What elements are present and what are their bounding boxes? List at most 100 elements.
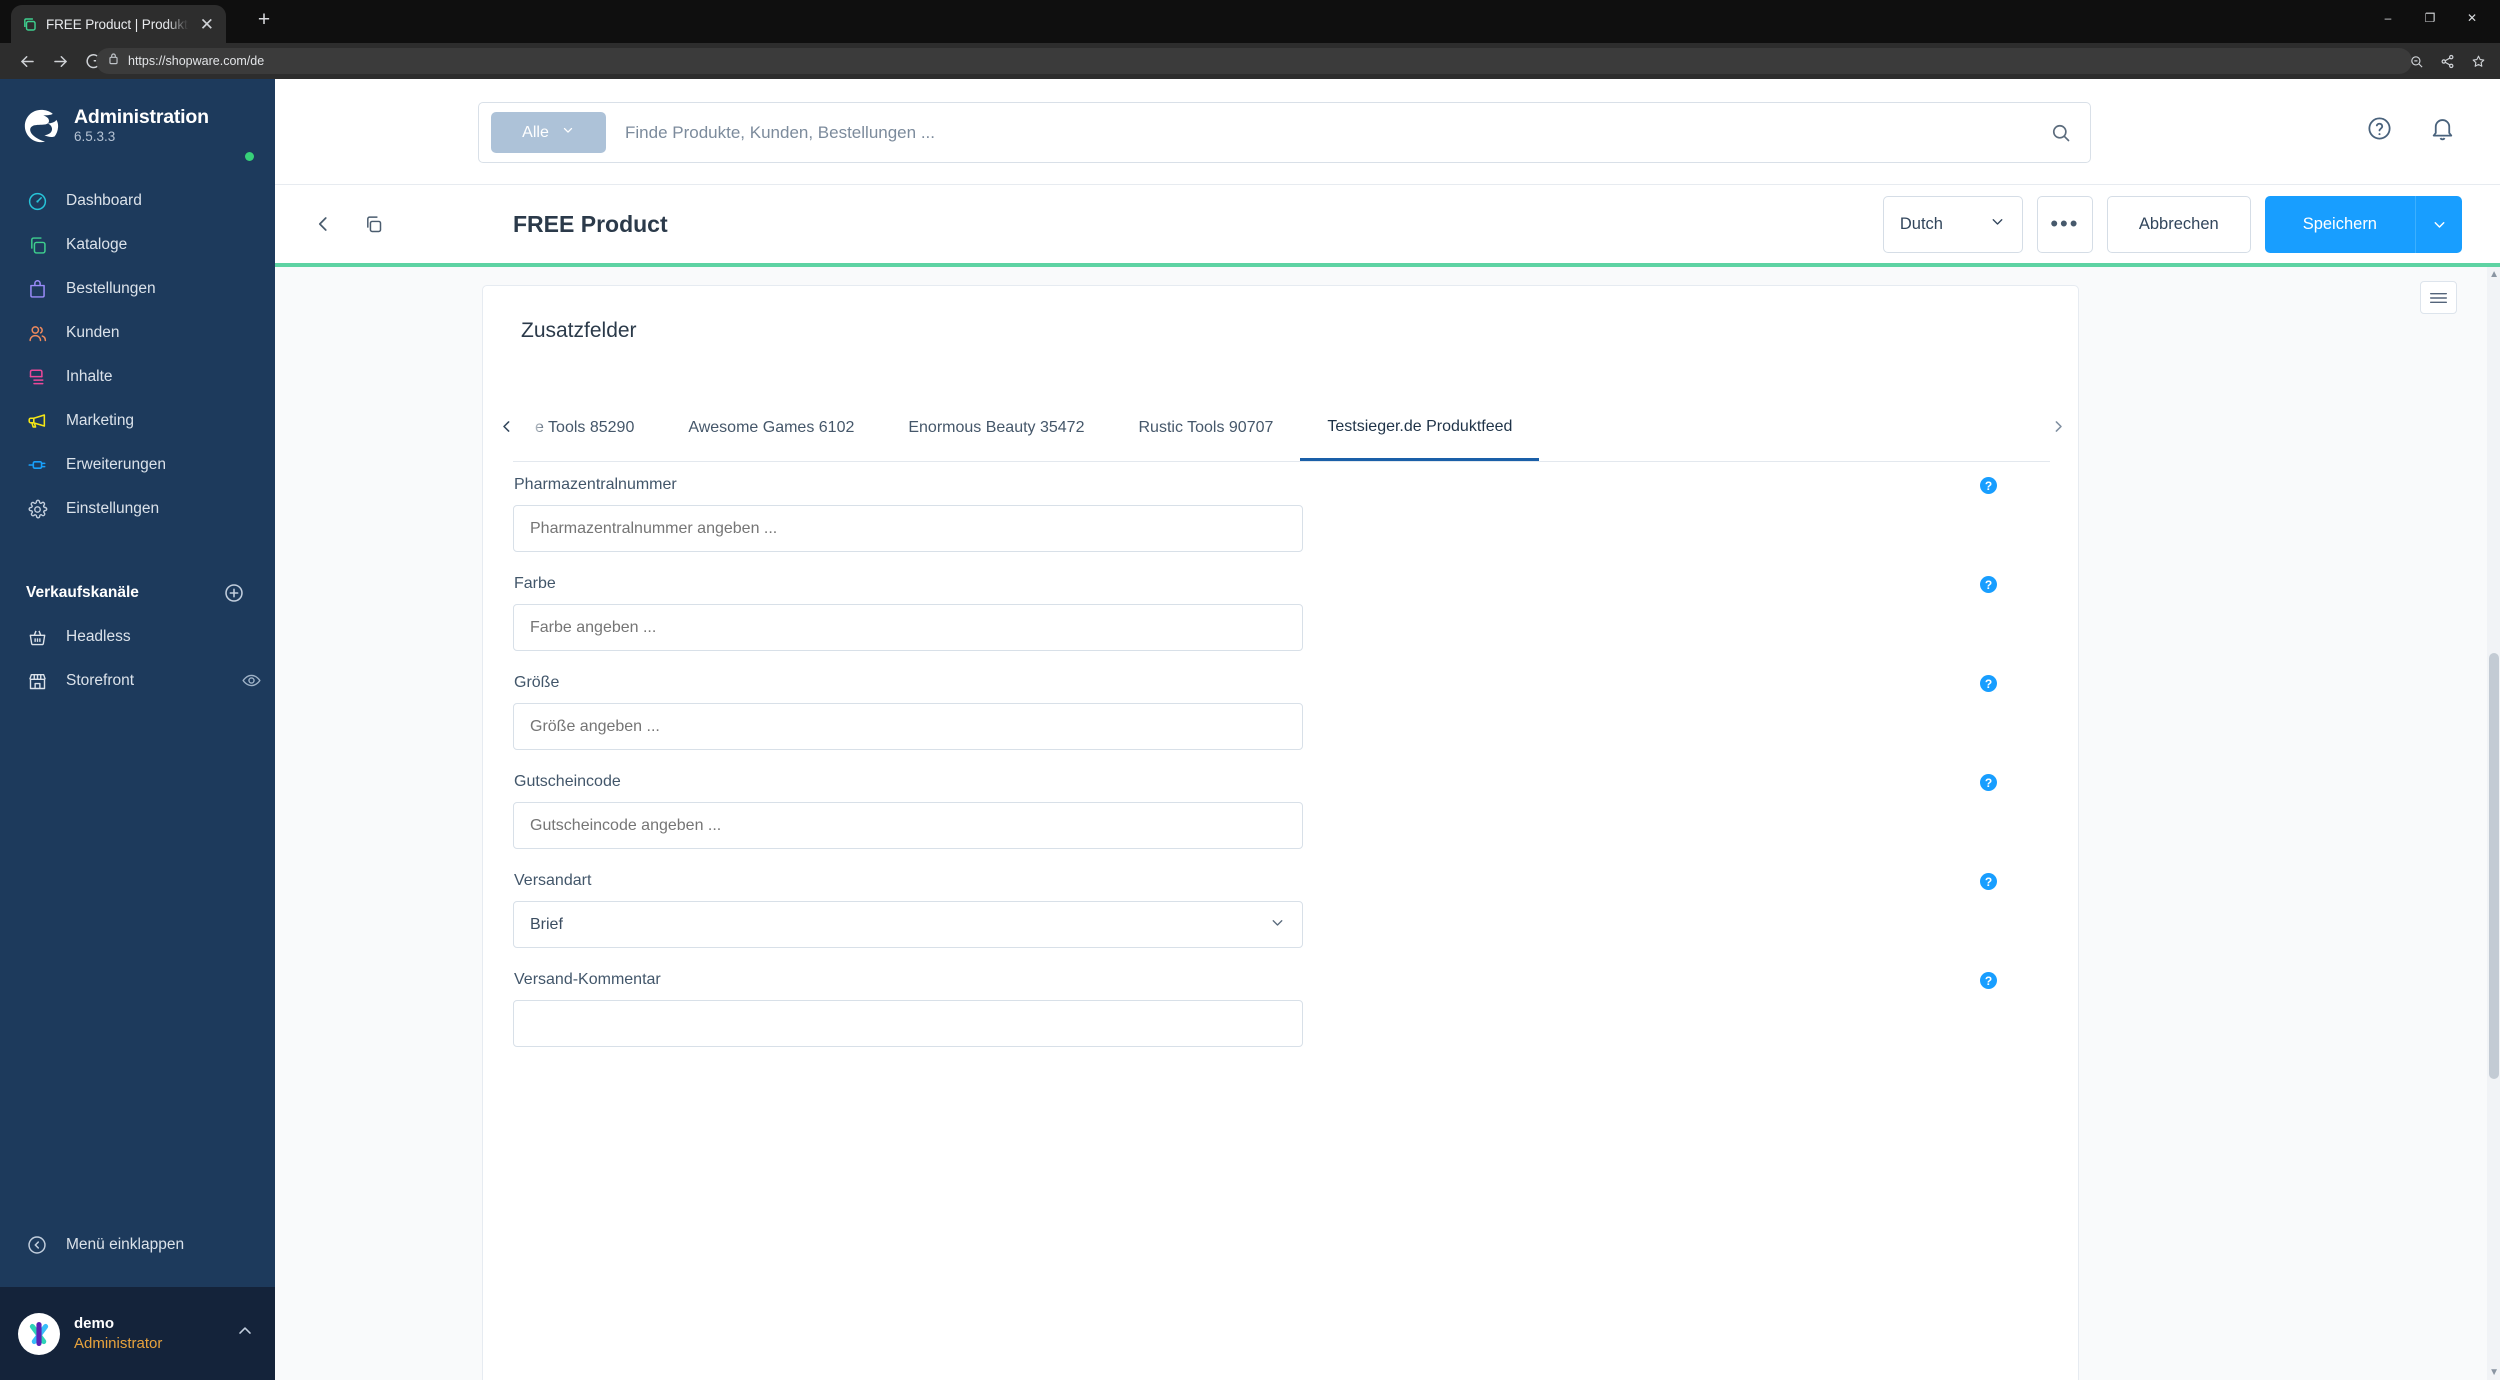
sidebar-item-label: Bestellungen: [66, 280, 156, 297]
help-icon[interactable]: ?: [1980, 972, 1997, 989]
content-scrollbar[interactable]: ▲ ▼: [2487, 267, 2500, 1380]
language-select-value: Dutch: [1899, 214, 1943, 233]
sidebar-item-bestellungen[interactable]: Bestellungen: [0, 267, 275, 311]
lock-icon: [108, 52, 119, 70]
versand-kommentar-input[interactable]: [513, 1000, 1303, 1047]
copy-icon: [26, 234, 48, 256]
help-icon[interactable]: ?: [1980, 477, 1997, 494]
browser-tab-title: FREE Product | Produkte: [46, 16, 190, 32]
notifications-bell-icon[interactable]: [2429, 115, 2456, 142]
language-select[interactable]: Dutch: [1882, 195, 2023, 253]
groesse-input[interactable]: [513, 703, 1303, 750]
search-scope-select[interactable]: Alle: [491, 112, 606, 153]
card-title: Zusatzfelder: [521, 319, 637, 342]
sidebar-item-label: Kunden: [66, 324, 120, 341]
tab-rustic-tools-90707[interactable]: Rustic Tools 90707: [1111, 396, 1300, 461]
save-button[interactable]: Speichern: [2264, 195, 2415, 253]
sales-channels-title: Verkaufskanäle: [26, 584, 139, 601]
sidebar-item-kataloge[interactable]: Kataloge: [0, 223, 275, 267]
cancel-button[interactable]: Abbrechen: [2106, 195, 2251, 253]
brand-title: Administration: [74, 106, 209, 129]
tab-awesome-games-6102[interactable]: Awesome Games 6102: [661, 396, 881, 461]
more-options-button[interactable]: •••: [2036, 195, 2093, 253]
custom-field-tabs: e Tools 85290 Awesome Games 6102 Enormou…: [483, 396, 2080, 463]
content-area: Zusatzfelder e Tools 85290 Awesome Games…: [275, 267, 2500, 1380]
share-icon[interactable]: [2440, 54, 2455, 69]
tabs-scroll-left-icon[interactable]: [498, 418, 515, 441]
browser-chrome: FREE Product | Produkte ✕ + – ❐ ✕ https:…: [0, 0, 2500, 79]
sidebar-item-einstellungen[interactable]: Einstellungen: [0, 487, 275, 531]
tab-enormous-beauty-35472[interactable]: Enormous Beauty 35472: [881, 396, 1111, 461]
versandart-select[interactable]: Brief: [513, 901, 1303, 948]
user-name: demo: [74, 1315, 115, 1333]
help-icon[interactable]: [2366, 115, 2393, 142]
help-icon[interactable]: ?: [1980, 873, 1997, 890]
section-menu-button[interactable]: [2420, 281, 2457, 314]
chevron-down-icon: [1989, 213, 2006, 235]
sidebar-item-erweiterungen[interactable]: Erweiterungen: [0, 443, 275, 487]
gear-icon: [26, 498, 48, 520]
url-bar[interactable]: https://shopware.com/de: [96, 48, 2412, 74]
omnibox-actions: [2409, 48, 2486, 74]
new-tab-button[interactable]: +: [248, 4, 280, 36]
field-versandart: Versandart ? Brief: [513, 872, 2050, 948]
sidebar-item-label: Kataloge: [66, 236, 128, 253]
search-icon[interactable]: [2044, 116, 2078, 150]
preview-eye-icon[interactable]: [241, 670, 263, 692]
save-options-chevron-down-icon[interactable]: [2415, 195, 2462, 253]
page-title: FREE Product: [513, 210, 668, 237]
zoom-icon[interactable]: [2409, 54, 2424, 69]
page-header: FREE Product Dutch ••• Abbrechen Speiche…: [275, 185, 2500, 263]
maximize-button[interactable]: ❐: [2410, 3, 2450, 33]
sidebar-item-dashboard[interactable]: Dashboard: [0, 179, 275, 223]
shopware-admin-app: Administration 6.5.3.3 Dashboard Katalog…: [0, 79, 2500, 1380]
help-icon[interactable]: ?: [1980, 576, 1997, 593]
back-icon[interactable]: [306, 207, 340, 241]
sidebar-item-kunden[interactable]: Kunden: [0, 311, 275, 355]
search-scope-label: Alle: [522, 123, 549, 141]
sidebar-item-label: Inhalte: [66, 368, 113, 385]
field-label: Größe: [514, 674, 560, 691]
add-sales-channel-icon[interactable]: [223, 582, 245, 604]
window-controls: – ❐ ✕: [2368, 3, 2492, 33]
global-search[interactable]: Alle: [478, 102, 2091, 163]
sidebar-item-inhalte[interactable]: Inhalte: [0, 355, 275, 399]
brand-header[interactable]: Administration 6.5.3.3: [0, 79, 275, 151]
user-info: demo Administrator: [74, 1314, 221, 1352]
sidebar-item-label: Marketing: [66, 412, 135, 429]
duplicate-icon[interactable]: [356, 207, 390, 241]
help-icon[interactable]: ?: [1980, 774, 1997, 791]
user-menu[interactable]: demo Administrator: [0, 1287, 275, 1380]
sidebar-item-marketing[interactable]: Marketing: [0, 399, 275, 443]
farbe-input[interactable]: [513, 604, 1303, 651]
search-input[interactable]: [606, 122, 2044, 143]
tab-testsieger-de-produktfeed[interactable]: Testsieger.de Produktfeed: [1300, 396, 1540, 461]
help-icon[interactable]: ?: [1980, 675, 1997, 692]
back-icon[interactable]: [12, 46, 42, 76]
gutscheincode-input[interactable]: [513, 802, 1303, 849]
pharmazentralnummer-input[interactable]: [513, 505, 1303, 552]
minimize-button[interactable]: –: [2368, 3, 2408, 33]
sidebar-item-headless[interactable]: Headless: [0, 615, 275, 659]
forward-icon[interactable]: [45, 46, 75, 76]
window-close-button[interactable]: ✕: [2452, 3, 2492, 33]
chevron-down-icon: [1269, 914, 1286, 936]
chevron-up-icon[interactable]: [235, 1321, 255, 1346]
megaphone-icon: [26, 410, 48, 432]
tabs-scroll-right-icon[interactable]: [2050, 418, 2067, 441]
close-icon[interactable]: ✕: [198, 16, 216, 33]
scrollbar-thumb[interactable]: [2489, 653, 2499, 1079]
shopware-logo-icon: [22, 107, 60, 145]
scroll-down-arrow-icon[interactable]: ▼: [2489, 1367, 2499, 1378]
sidebar-item-storefront[interactable]: Storefront: [0, 659, 275, 703]
field-groesse: Größe ?: [513, 674, 2050, 750]
sidebar-item-label: Headless: [66, 628, 131, 645]
speedometer-icon: [26, 190, 48, 212]
content-icon: [26, 366, 48, 388]
collapse-menu-button[interactable]: Menü einklappen: [0, 1223, 275, 1267]
tabs-fade-left: [513, 396, 547, 461]
url-text: https://shopware.com/de: [128, 54, 265, 68]
bookmark-star-icon[interactable]: [2471, 54, 2486, 69]
browser-tab[interactable]: FREE Product | Produkte ✕: [11, 5, 226, 43]
scroll-up-arrow-icon[interactable]: ▲: [2489, 269, 2499, 280]
